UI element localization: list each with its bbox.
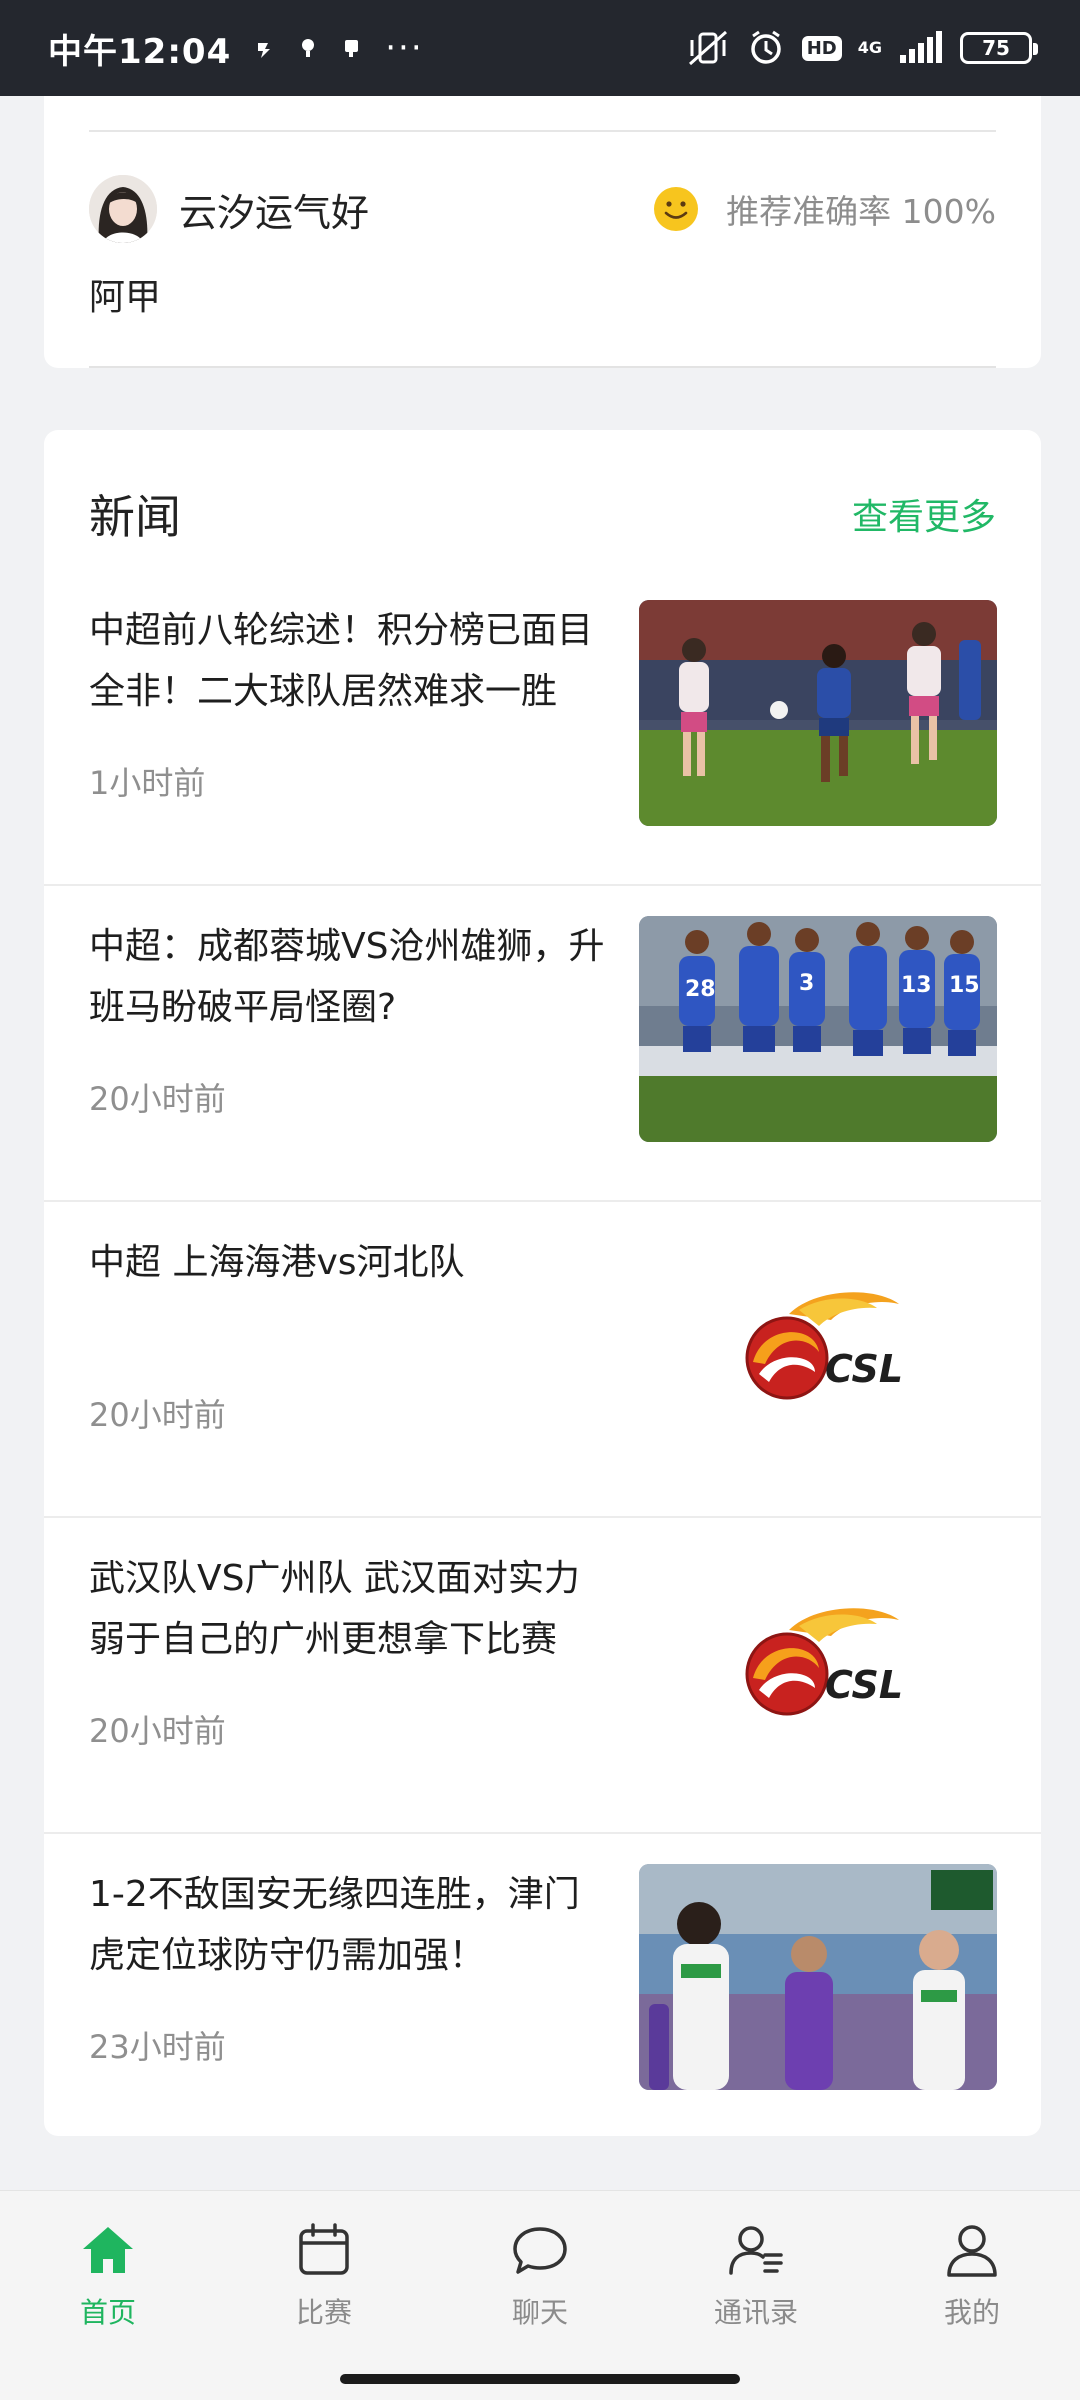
calendar-icon — [299, 2223, 349, 2275]
tipster-row[interactable]: 云汐运气好 推荐准确率 100% — [89, 174, 996, 244]
news-time: 1小时前 — [89, 764, 206, 802]
alarm-icon — [750, 30, 781, 64]
nav-label: 比赛 — [295, 2296, 352, 2329]
news-card: 新闻 查看更多 中超前八轮综述！积分榜已面目全非！二大球队居然难求一胜 1小时前 — [44, 430, 1041, 2136]
section-title: 新闻 — [89, 490, 181, 544]
news-thumbnail[interactable] — [639, 1864, 997, 2090]
contacts-icon — [729, 2226, 783, 2275]
battery-level: 75 — [982, 36, 1010, 60]
news-time: 20小时前 — [89, 1080, 226, 1118]
nav-matches[interactable]: 比赛 — [244, 2221, 404, 2341]
accuracy-rate: 推荐准确率 100% — [726, 192, 996, 231]
nav-chat[interactable]: 聊天 — [460, 2221, 620, 2341]
status-time: 中午12:04 — [48, 31, 232, 72]
news-headline: 中超 上海海港vs河北队 — [89, 1242, 465, 1283]
news-headline: 中超前八轮综述！积分榜已面目全非！二大球队居然难求一胜 — [89, 610, 594, 712]
status-left: 中午12:04 ··· — [48, 24, 424, 73]
nav-label: 通讯录 — [713, 2296, 798, 2329]
avatar[interactable] — [89, 175, 157, 243]
divider — [89, 366, 996, 368]
nav-label: 首页 — [79, 2296, 136, 2329]
home-icon — [83, 2227, 133, 2273]
news-thumbnail[interactable]: 28 3 13 15 — [639, 916, 997, 1142]
svg-text:13: 13 — [901, 973, 932, 998]
view-more-link[interactable]: 查看更多 — [852, 488, 996, 540]
news-time: 23小时前 — [89, 2028, 226, 2066]
nav-home[interactable]: 首页 — [28, 2221, 188, 2341]
message-notification-icon — [345, 40, 359, 57]
pick-text: 阿甲 — [89, 277, 162, 318]
signal-icon — [900, 31, 942, 63]
news-header: 新闻 查看更多 — [89, 484, 996, 544]
svg-text:15: 15 — [949, 973, 980, 998]
nav-contacts[interactable]: 通讯录 — [676, 2221, 836, 2341]
news-headline: 1-2不敌国安无缘四连胜，津门虎定位球防守仍需加强！ — [89, 1874, 580, 1976]
smile-icon — [654, 187, 699, 231]
news-item[interactable]: 1-2不敌国安无缘四连胜，津门虎定位球防守仍需加强！ 23小时前 — [44, 1834, 1041, 2150]
tipster-name: 云汐运气好 — [179, 190, 370, 235]
notification-icon — [258, 43, 271, 58]
news-thumbnail[interactable] — [639, 600, 997, 826]
news-time: 20小时前 — [89, 1396, 226, 1434]
csl-logo-text: CSL — [825, 1347, 903, 1391]
csl-logo-thumbnail[interactable]: CSL — [639, 1548, 997, 1774]
battery-indicator: 75 — [960, 32, 1038, 64]
nav-label: 我的 — [943, 2296, 1000, 2329]
news-item[interactable]: 武汉队VS广州队 武汉面对实力弱于自己的广州更想拿下比赛 20小时前 CSL — [44, 1518, 1041, 1834]
nav-items: 首页 比赛 聊天 通讯录 我的 — [0, 2221, 1080, 2341]
news-headline: 中超：成都蓉城VS沧州雄狮，升班马盼破平局怪圈? — [89, 926, 605, 1028]
news-list: 中超前八轮综述！积分榜已面目全非！二大球队居然难求一胜 1小时前 中超：成都蓉城… — [44, 570, 1041, 2150]
status-bar: 中午12:04 ··· HD 4G 75 — [0, 0, 1080, 96]
home-indicator[interactable] — [340, 2374, 740, 2384]
hd-badge: HD — [801, 35, 842, 61]
bottom-nav: 首页 比赛 聊天 通讯录 我的 — [0, 2190, 1080, 2400]
network-type: 4G — [857, 38, 882, 57]
csl-logo-thumbnail[interactable]: CSL — [639, 1232, 997, 1458]
news-item[interactable]: 中超 上海海港vs河北队 20小时前 CSL — [44, 1202, 1041, 1518]
csl-logo-text: CSL — [825, 1663, 903, 1707]
nav-profile[interactable]: 我的 — [892, 2221, 1052, 2341]
news-headline: 武汉队VS广州队 武汉面对实力弱于自己的广州更想拿下比赛 — [89, 1558, 580, 1660]
chat-icon — [513, 2227, 567, 2274]
svg-text:3: 3 — [799, 971, 814, 996]
divider — [89, 130, 996, 132]
news-time: 20小时前 — [89, 1712, 226, 1750]
news-item[interactable]: 中超：成都蓉城VS沧州雄狮，升班马盼破平局怪圈? 20小时前 28 3 13 1… — [44, 886, 1041, 1202]
featured-pick-card[interactable]: 云汐运气好 推荐准确率 100% 阿甲 — [44, 96, 1041, 368]
more-notifications-indicator: ··· — [385, 28, 424, 68]
svg-text:28: 28 — [685, 977, 716, 1002]
profile-icon — [947, 2225, 997, 2277]
vibrate-off-icon — [688, 30, 727, 66]
status-right: HD 4G 75 — [686, 28, 1038, 68]
news-item[interactable]: 中超前八轮综述！积分榜已面目全非！二大球队居然难求一胜 1小时前 — [44, 570, 1041, 886]
app-notification-icon — [302, 39, 315, 57]
nav-label: 聊天 — [511, 2296, 568, 2329]
